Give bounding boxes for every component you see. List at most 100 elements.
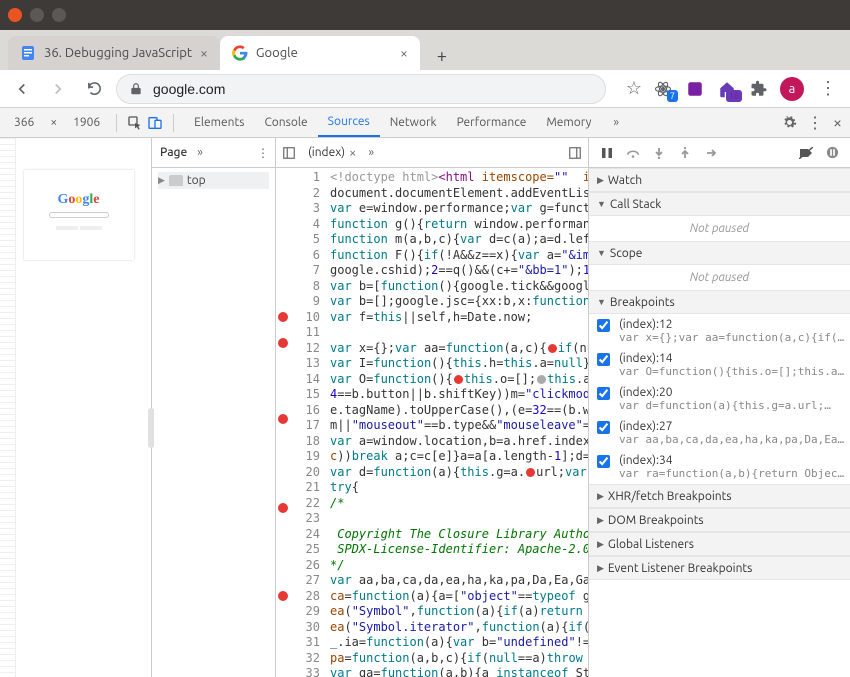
breakpoint-marker[interactable] (278, 198, 288, 208)
breakpoint-marker[interactable] (278, 363, 288, 373)
breakpoint-marker[interactable] (278, 503, 288, 513)
code-line[interactable]: function F(){if(!A&&z==x){var a="&ima (330, 248, 588, 264)
line-number[interactable]: 7 (292, 263, 324, 279)
code-line[interactable]: */ (330, 558, 588, 574)
code-line[interactable]: ea("Symbol",function(a){if(a)return a (330, 604, 588, 620)
code-line[interactable]: var b=[];google.jsc={xx:b,x:function( (330, 294, 588, 310)
step-into-button[interactable] (651, 145, 667, 161)
breakpoint-marker[interactable] (278, 249, 288, 259)
devtools-menu-icon[interactable]: ⋮ (807, 113, 823, 132)
breakpoint-marker[interactable] (278, 553, 288, 563)
breakpoint-marker[interactable] (278, 414, 288, 424)
breakpoint-marker[interactable] (278, 604, 288, 614)
line-number[interactable]: 15 (292, 387, 324, 403)
breakpoint-marker[interactable] (278, 173, 288, 183)
step-button[interactable] (703, 145, 719, 161)
breakpoint-marker[interactable] (278, 528, 288, 538)
breakpoint-checkbox[interactable] (597, 387, 610, 400)
breakpoint-marker[interactable] (278, 655, 288, 665)
breakpoint-marker[interactable] (278, 211, 288, 221)
code-line[interactable]: var b=[function(){google.tick&&google (330, 279, 588, 295)
more-icon[interactable]: » (368, 146, 374, 159)
breakpoint-item[interactable]: (index):27 var aa,ba,ca,da,ea,ha,ka,pa,D… (589, 416, 850, 450)
breakpoint-marker[interactable] (278, 579, 288, 589)
tree-item-top[interactable]: ▶ top (158, 172, 269, 189)
breakpoint-marker[interactable] (278, 490, 288, 500)
breakpoint-marker[interactable] (278, 591, 288, 601)
breakpoint-marker[interactable] (278, 262, 288, 272)
pane-resize-handle[interactable] (148, 408, 154, 448)
line-number[interactable]: 2 (292, 186, 324, 202)
pause-resume-button[interactable] (599, 145, 615, 161)
breakpoint-marker[interactable] (278, 312, 288, 322)
line-number[interactable]: 25 (292, 542, 324, 558)
code-area[interactable]: 1234567891011121314151617181920212223242… (276, 168, 588, 677)
more-icon[interactable]: » (197, 146, 203, 159)
code-line[interactable]: <!doctype html><html itemscope="" ite (330, 170, 588, 186)
code-line[interactable]: function m(a,b,c){var d=c(a);a=d.left (330, 232, 588, 248)
device-toggle-icon[interactable] (147, 115, 163, 131)
breakpoint-checkbox[interactable] (597, 455, 610, 468)
breakpoint-marker[interactable] (278, 477, 288, 487)
section-scope[interactable]: ▼Scope (589, 241, 850, 265)
breakpoint-marker[interactable] (278, 629, 288, 639)
browser-tab-google[interactable]: Google × (220, 36, 420, 70)
breakpoint-marker[interactable] (278, 223, 288, 233)
breakpoint-marker[interactable] (278, 452, 288, 462)
devtools-tab-console[interactable]: Console (254, 108, 317, 137)
line-number[interactable]: 21 (292, 480, 324, 496)
inspect-element-icon[interactable] (127, 115, 143, 131)
code-line[interactable] (330, 511, 588, 527)
line-number[interactable]: 30 (292, 620, 324, 636)
code-line[interactable]: 4==b.button||b.shiftKey))m="clickmod" (330, 387, 588, 403)
code-line[interactable]: _.ia=function(a){var b="undefined"!=t (330, 635, 588, 651)
line-number[interactable]: 28 (292, 589, 324, 605)
code-content[interactable]: <!doctype html><html itemscope="" itedoc… (328, 168, 588, 677)
line-number[interactable]: 31 (292, 635, 324, 651)
breakpoint-marker[interactable] (278, 274, 288, 284)
code-line[interactable]: var x={};var aa=function(a,c){if(nu (330, 341, 588, 357)
file-tree[interactable]: ▶ top (152, 168, 275, 677)
code-line[interactable]: c))break a;c=c[e]}a=a[a.length-1];d=c (330, 449, 588, 465)
breakpoint-marker[interactable] (278, 465, 288, 475)
extension-react-icon[interactable]: 7 (652, 78, 674, 100)
line-number[interactable]: 9 (292, 294, 324, 310)
code-line[interactable]: var d=function(a){this.g=a.url;var (330, 465, 588, 481)
profile-avatar[interactable]: a (780, 77, 804, 101)
reload-button[interactable] (80, 75, 108, 103)
breakpoint-marker[interactable] (278, 617, 288, 627)
breakpoint-gutter[interactable] (276, 168, 290, 677)
devtools-tab-elements[interactable]: Elements (184, 108, 254, 137)
devtools-tab-sources[interactable]: Sources (318, 108, 380, 137)
code-line[interactable]: var I=function(){this.h=this.a=null}, (330, 356, 588, 372)
code-line[interactable]: function g(){return window.performanc (330, 217, 588, 233)
breakpoint-checkbox[interactable] (597, 319, 610, 332)
breakpoint-checkbox[interactable] (597, 421, 610, 434)
address-bar[interactable] (116, 74, 606, 104)
breakpoint-marker[interactable] (278, 325, 288, 335)
navigator-tab-page[interactable]: Page (160, 146, 187, 159)
code-line[interactable]: ea("Symbol.iterator",function(a){if(a (330, 620, 588, 636)
line-number[interactable]: 16 (292, 403, 324, 419)
code-line[interactable]: document.documentElement.addEventList (330, 186, 588, 202)
extension-home-icon[interactable]: 10 (716, 78, 738, 100)
devtools-close-icon[interactable]: × (833, 114, 842, 132)
extensions-puzzle-icon[interactable] (748, 78, 770, 100)
breakpoint-marker[interactable] (278, 426, 288, 436)
window-close-button[interactable] (8, 8, 22, 22)
line-number[interactable]: 18 (292, 434, 324, 450)
breakpoint-marker[interactable] (278, 566, 288, 576)
devtools-tab-network[interactable]: Network (380, 108, 447, 137)
star-icon[interactable]: ☆ (626, 78, 642, 99)
breakpoint-checkbox[interactable] (597, 353, 610, 366)
code-line[interactable]: SPDX-License-Identifier: Apache-2.0 (330, 542, 588, 558)
pause-exceptions-button[interactable] (824, 145, 840, 161)
line-number[interactable]: 1 (292, 170, 324, 186)
deactivate-breakpoints-button[interactable] (798, 145, 814, 161)
section-breakpoints[interactable]: ▼Breakpoints (589, 290, 850, 314)
code-line[interactable]: try{ (330, 480, 588, 496)
section-xhr[interactable]: ▶XHR/fetch Breakpoints (589, 484, 850, 508)
code-line[interactable]: Copyright The Closure Library Author (330, 527, 588, 543)
devtools-tab-performance[interactable]: Performance (447, 108, 537, 137)
code-line[interactable]: var f=this||self,h=Date.now; (330, 310, 588, 326)
